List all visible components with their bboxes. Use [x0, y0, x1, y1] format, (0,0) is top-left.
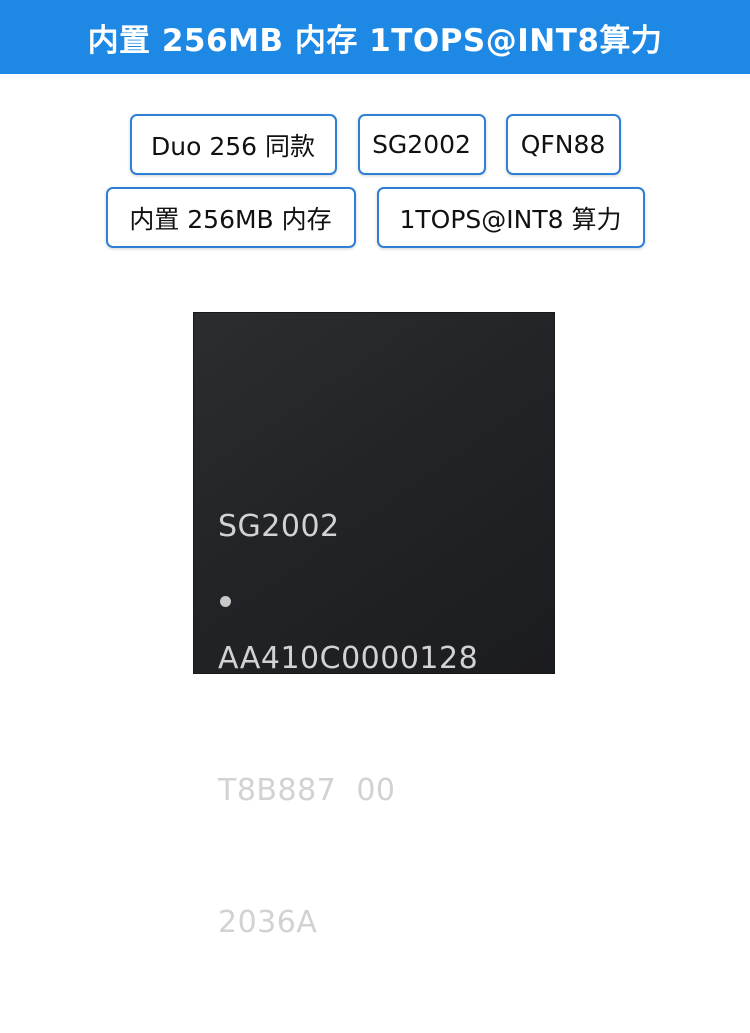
pin1-dot-icon [220, 596, 231, 607]
top-banner: 内置 256MB 内存 1TOPS@INT8算力 [0, 0, 750, 74]
chip-markings: SG2002 AA410C0000128 T8B887 00 2036A [218, 417, 478, 1033]
tag-memory: 内置 256MB 内存 [105, 187, 356, 248]
feature-tags-row-2: 内置 256MB 内存 1TOPS@INT8 算力 [0, 187, 750, 248]
tag-sg2002: SG2002 [357, 114, 486, 175]
chip-image: SG2002 AA410C0000128 T8B887 00 2036A [194, 313, 554, 940]
tag-qfn88: QFN88 [505, 114, 621, 175]
chip-marking-lot: T8B887 00 [218, 773, 396, 808]
tag-duo256: Duo 256 同款 [129, 114, 337, 175]
feature-tags-row-1: Duo 256 同款 SG2002 QFN88 [0, 114, 750, 175]
tag-compute: 1TOPS@INT8 算力 [376, 187, 645, 248]
banner-title: 内置 256MB 内存 1TOPS@INT8算力 [87, 22, 663, 59]
chip-marking-serial: AA410C0000128 [218, 641, 479, 676]
chip-marking-date: 2036A [218, 905, 318, 940]
chip-marking-model: SG2002 [218, 509, 340, 544]
